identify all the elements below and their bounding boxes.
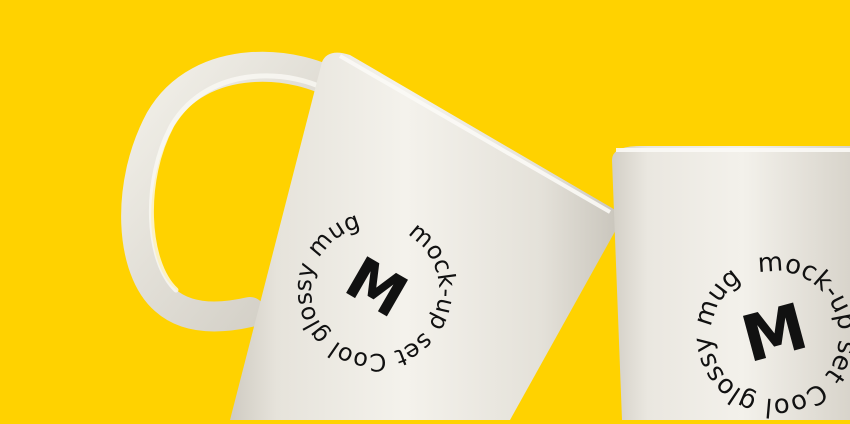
left-mug: mock-up set Cool glossy mug M — [121, 51, 620, 421]
right-mug: mock-up set Cool glossy mug M — [612, 146, 850, 424]
mug-mockup-scene: mock-up set Cool glossy mug M mock-up se… — [0, 0, 850, 424]
